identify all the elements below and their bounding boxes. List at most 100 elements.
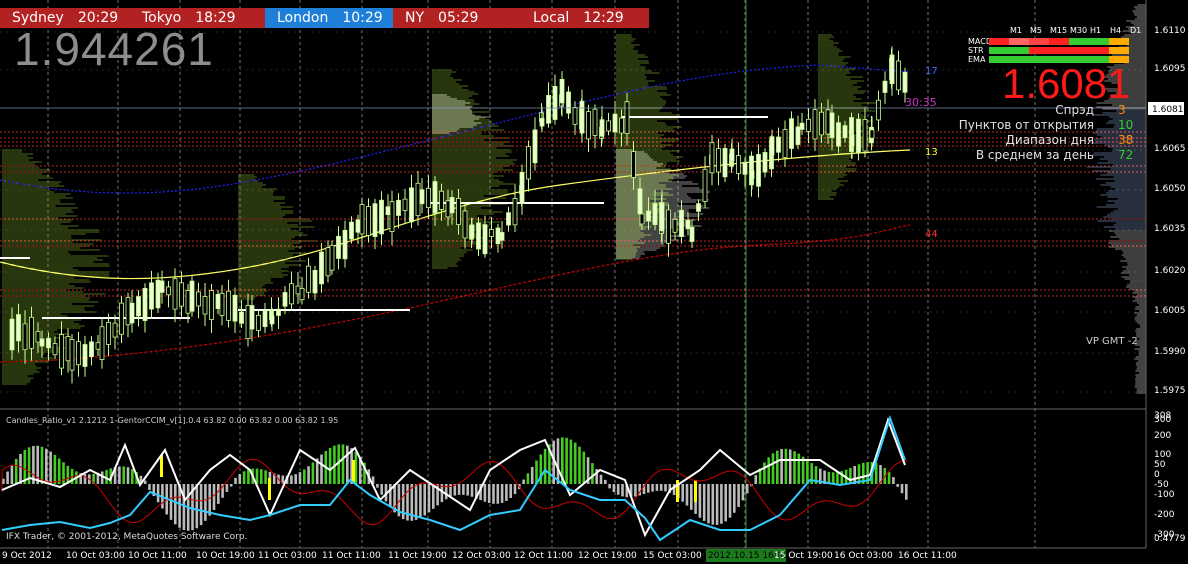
histogram-bar [526, 473, 530, 484]
histogram-bar [745, 484, 749, 494]
ma-red-line [0, 224, 911, 363]
candle-body [262, 310, 268, 328]
histogram-bar [556, 438, 560, 484]
histogram-bar [225, 484, 229, 492]
indicator-tick: -50 [1154, 480, 1169, 490]
candle-body [624, 101, 630, 134]
info-label: Диапазон дня [1005, 133, 1094, 147]
candle-body [762, 152, 768, 173]
candle-body [546, 95, 551, 124]
candle-body [415, 182, 421, 217]
candle-body [456, 197, 461, 225]
candle-body [396, 199, 401, 216]
candle-body [646, 210, 651, 222]
candle-body [462, 210, 468, 239]
histogram-bar [788, 449, 792, 484]
histogram-bar [905, 484, 908, 500]
candle-body [312, 270, 318, 294]
histogram-bar [776, 450, 779, 484]
candle-body [409, 187, 414, 223]
candle-body [559, 78, 565, 104]
histogram-bar [53, 454, 57, 484]
histogram-bar [634, 484, 637, 497]
histogram-bar [543, 448, 547, 484]
candle-body [902, 71, 908, 93]
histogram-bar [522, 479, 525, 484]
time-tick: 11 Oct 03:00 [258, 551, 317, 561]
histogram-bar [238, 474, 242, 484]
bid-price-display: 1.6081 [1002, 60, 1131, 107]
session-time: 05:29 [438, 10, 479, 26]
level-label-13: 13 [925, 147, 938, 158]
histogram-bar [763, 462, 766, 484]
tf-header-h4: H4 [1110, 26, 1122, 35]
candle-body [666, 209, 671, 244]
candle-body [506, 212, 511, 226]
candle-body [325, 247, 331, 277]
histogram-bar [290, 475, 293, 484]
histogram-bar [143, 480, 147, 484]
histogram-bar [621, 484, 624, 497]
histogram-bar [780, 449, 783, 484]
tf-cell [1029, 56, 1049, 63]
candle-timer: 30:35 [905, 96, 937, 109]
histogram-bar [616, 484, 620, 495]
candle-body [22, 323, 28, 351]
tf-header-d1: D1 [1130, 26, 1142, 35]
candle-body [612, 113, 618, 133]
histogram-bar [608, 484, 611, 489]
candle-body [366, 206, 371, 236]
histogram-bar [771, 453, 775, 484]
candle-body [196, 291, 201, 307]
candle-body [295, 285, 301, 295]
time-tick: 15 Oct 03:00 [643, 551, 702, 561]
histogram-bar [260, 469, 263, 484]
candle-body [329, 244, 335, 271]
histogram-bar [733, 484, 736, 513]
histogram-bar [853, 466, 856, 484]
candle-body [129, 302, 135, 324]
histogram-bar [311, 462, 315, 484]
info-label: В среднем за день [975, 148, 1094, 162]
candle-body [672, 218, 678, 233]
candle-body [637, 188, 643, 215]
tf-header-h1: H1 [1090, 26, 1102, 35]
session-london: London 10:29 [265, 8, 393, 28]
histogram-bar [10, 464, 14, 484]
candle-body [336, 235, 341, 259]
tf-cell [1049, 38, 1069, 45]
histogram-bar-yellow [268, 478, 271, 500]
candle-body [592, 108, 598, 136]
session-name: London [277, 10, 329, 26]
candle-body [439, 190, 444, 210]
tf-cell [1089, 56, 1109, 63]
histogram-bar [414, 484, 418, 520]
histogram-bar [462, 484, 465, 495]
time-tick: 10 Oct 11:00 [128, 551, 187, 561]
histogram-bar [212, 484, 216, 510]
histogram-bar [470, 484, 474, 497]
histogram-bar [131, 469, 134, 484]
histogram-bar [604, 479, 607, 484]
candle-body [586, 111, 591, 140]
histogram-bar [896, 484, 899, 487]
indicator-tick: 50 [1154, 460, 1166, 470]
candle-body [631, 151, 636, 178]
tf-header-m5: M5 [1030, 26, 1042, 35]
candle-body [519, 171, 525, 204]
copyright-text: IFX Trader, © 2001-2012, MetaQuotes Soft… [6, 532, 248, 542]
info-value: 72 [1118, 148, 1134, 162]
histogram-bar [83, 474, 87, 484]
candle-body [512, 198, 518, 226]
candle-body [489, 229, 494, 237]
candle-body [696, 203, 701, 212]
histogram-bar-yellow [352, 460, 355, 482]
level-label-17: 17 [925, 66, 938, 77]
histogram-bar [651, 484, 654, 492]
histogram-bar [423, 484, 426, 516]
candle-body [215, 294, 221, 309]
time-tick: 16 Oct 11:00 [898, 551, 957, 561]
tf-header-m1: M1 [1010, 26, 1022, 35]
tf-cell [1009, 47, 1029, 54]
candle-body [862, 119, 868, 152]
